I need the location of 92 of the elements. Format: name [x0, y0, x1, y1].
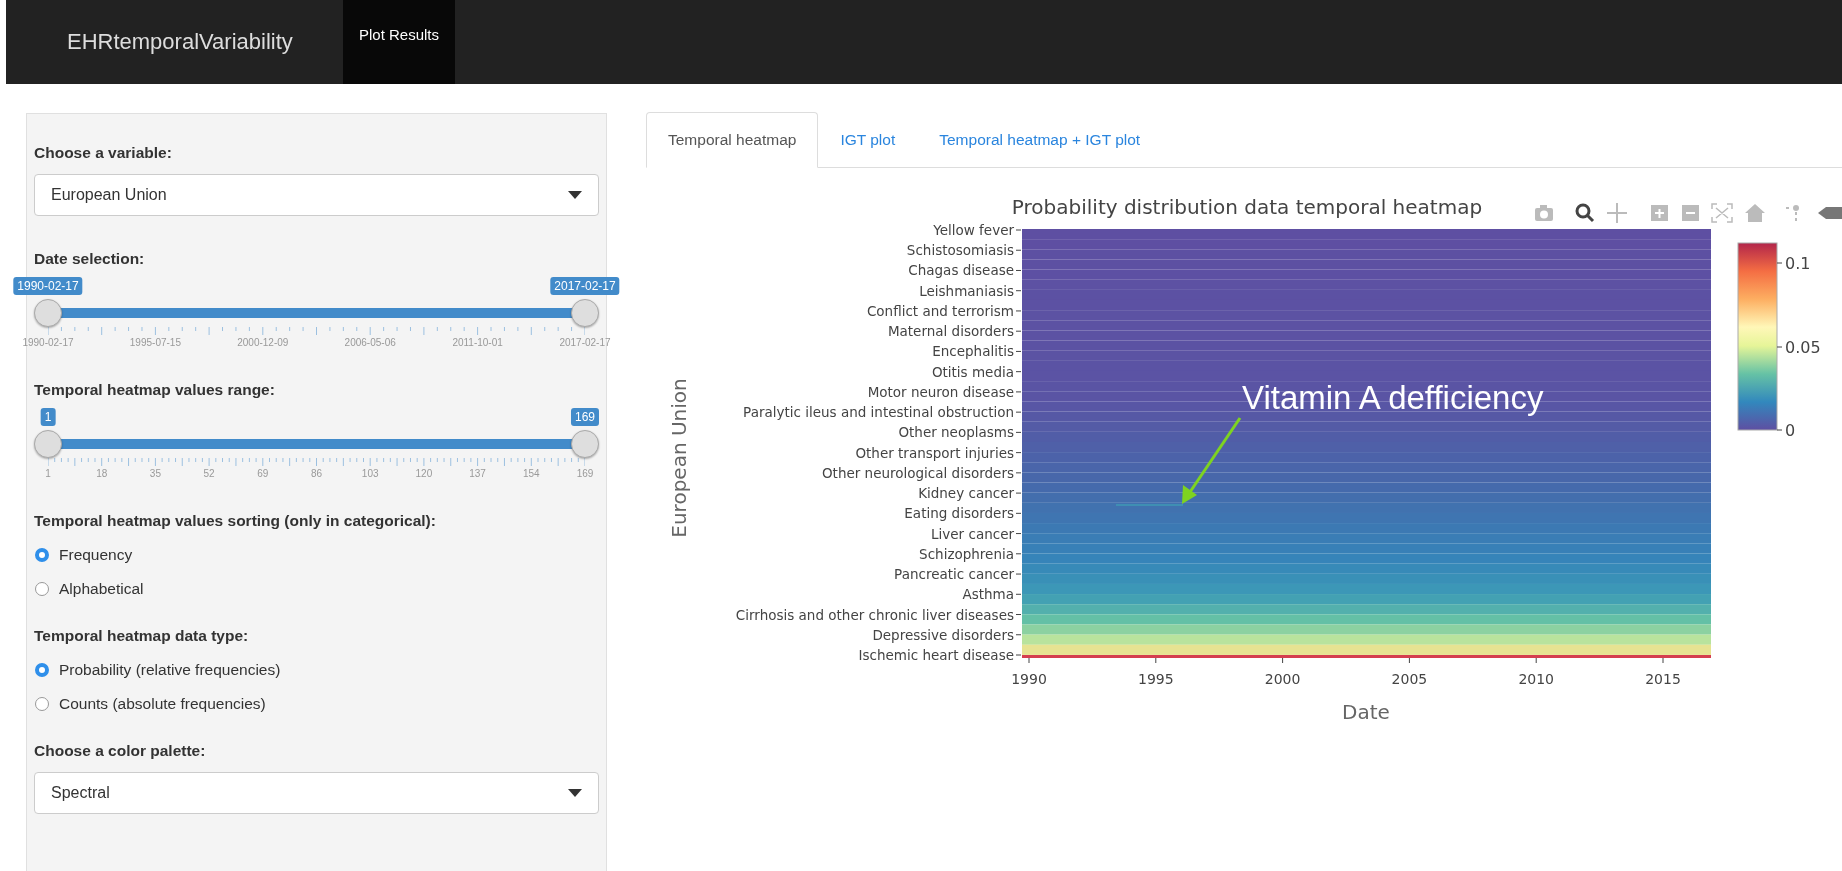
radio-button[interactable] [35, 582, 49, 596]
axis-label: 2015 [1645, 671, 1681, 687]
zoom-out-icon[interactable] [1682, 205, 1699, 221]
axis-label: Paralytic ileus and intestinal obstruction [743, 404, 1014, 421]
axis-label: Encephalitis [932, 343, 1014, 360]
camera-icon[interactable] [1535, 205, 1553, 221]
value-label: 1990-02-17 [13, 277, 83, 295]
app-title: EHRtemporalVariability [66, 29, 294, 55]
option-label[interactable]: Alphabetical [59, 580, 144, 598]
tab[interactable]: Temporal heatmap [646, 112, 819, 168]
option-label[interactable]: Counts (absolute frequencies) [59, 695, 266, 713]
radio-button[interactable] [35, 697, 49, 711]
tick-label: 69 [257, 468, 269, 479]
control-label: Temporal heatmap values range: [34, 380, 276, 400]
axis-label: Schistosomiasis [906, 242, 1014, 259]
tick-label: 2017-02-17 [559, 337, 611, 348]
slider-handle[interactable] [34, 299, 62, 327]
option-label[interactable]: Probability (relative frequencies) [59, 661, 281, 679]
tab[interactable]: Temporal heatmap + IGT plot [917, 112, 1163, 168]
tick-label: 1990-02-17 [22, 337, 74, 348]
axis-title: Date [1342, 700, 1390, 724]
tick-label: 18 [96, 468, 108, 479]
caret-icon [568, 191, 582, 199]
axis-label: 1990 [1011, 671, 1047, 687]
tick-label: 52 [203, 468, 215, 479]
axis-label: 2000 [1264, 671, 1301, 687]
autoscale-icon[interactable] [1711, 203, 1733, 223]
axis-label: Leishmaniasis [919, 282, 1014, 299]
axis-label: 2005 [1391, 671, 1428, 687]
tick-label: 103 [361, 468, 379, 479]
control-label: Temporal heatmap data type: [34, 626, 250, 646]
axis-title: European Union [667, 378, 691, 538]
zoom-icon[interactable] [1575, 203, 1595, 223]
tick-label: 35 [149, 468, 161, 479]
nav-tab[interactable]: Plot Results [343, 0, 456, 84]
tick-label: 154 [522, 468, 540, 479]
slider-handle[interactable] [571, 430, 599, 458]
axis-label: Yellow fever [933, 222, 1014, 238]
tick-label: 2000-12-09 [237, 337, 289, 348]
tick-label: 2006-05-06 [344, 337, 396, 348]
axis-label: Depressive disorders [872, 626, 1014, 643]
tick-label: 1 [45, 468, 51, 479]
colorbar-label: 0 [1785, 421, 1796, 440]
tick-label: 86 [310, 468, 323, 479]
control-label: Choose a color palette: [34, 741, 207, 761]
tick-label: 120 [415, 468, 433, 479]
axis-label: Eating disorders [904, 505, 1014, 522]
spike-lines-icon[interactable] [1786, 205, 1799, 221]
slider-handle[interactable] [34, 430, 62, 458]
radio-button[interactable] [35, 548, 49, 562]
axis-label: Liver cancer [931, 525, 1014, 542]
axis-label: Asthma [962, 586, 1014, 603]
axis-label: Other transport injuries [855, 444, 1014, 461]
axis-label: Cirrhosis and other chronic liver diseases [735, 606, 1014, 623]
tick-label: 137 [469, 468, 486, 479]
axis-label: Pancreatic cancer [894, 566, 1014, 583]
axis-label: Maternal disorders [887, 323, 1014, 340]
value-label: 169 [571, 408, 599, 426]
axis-label: Otitis media [931, 363, 1014, 380]
caret-icon [568, 789, 582, 797]
axis-label: Other neoplasms [898, 424, 1014, 441]
tab[interactable]: IGT plot [818, 112, 918, 168]
zoom-in-icon[interactable] [1651, 205, 1668, 221]
radio-button[interactable] [35, 663, 49, 677]
slider-handle[interactable] [571, 299, 599, 327]
axis-label: 2010 [1518, 671, 1554, 687]
axis-label: Kidney cancer [918, 485, 1014, 502]
value-label: 2017-02-17 [550, 277, 620, 295]
dropdown[interactable]: European Union [34, 174, 599, 216]
tick-label: 1995-07-15 [129, 337, 181, 348]
dropdown[interactable]: Spectral [34, 772, 599, 814]
axis-label: Chagas disease [908, 262, 1014, 279]
axis-label: Other neurological disorders [822, 464, 1014, 481]
axis-label: Conflict and terrorism [866, 302, 1014, 319]
tag-icon[interactable] [1818, 207, 1842, 219]
axis-label: Ischemic heart disease [858, 647, 1014, 663]
home-icon[interactable] [1745, 204, 1765, 222]
control-label: Temporal heatmap values sorting (only in categorical): [34, 511, 437, 531]
colorbar-label: 0.05 [1785, 338, 1821, 357]
axis-label: 1995 [1138, 671, 1174, 687]
move-icon[interactable] [1606, 202, 1628, 224]
control-label: Choose a variable: [34, 143, 173, 163]
axis-label: Schizophrenia [919, 545, 1014, 562]
colorbar-label: 0.1 [1785, 254, 1811, 273]
chart-title: Probability distribution data temporal heatmap [1011, 195, 1483, 219]
control-label: Date selection: [34, 249, 146, 269]
value-label: 1 [40, 408, 56, 426]
annotation-text: Vitamin A defficiency [1242, 379, 1544, 416]
option-label[interactable]: Frequency [59, 546, 133, 564]
tick-label: 169 [576, 468, 594, 479]
tick-label: 2011-10-01 [452, 337, 503, 348]
axis-label: Motor neuron disease [867, 383, 1014, 400]
